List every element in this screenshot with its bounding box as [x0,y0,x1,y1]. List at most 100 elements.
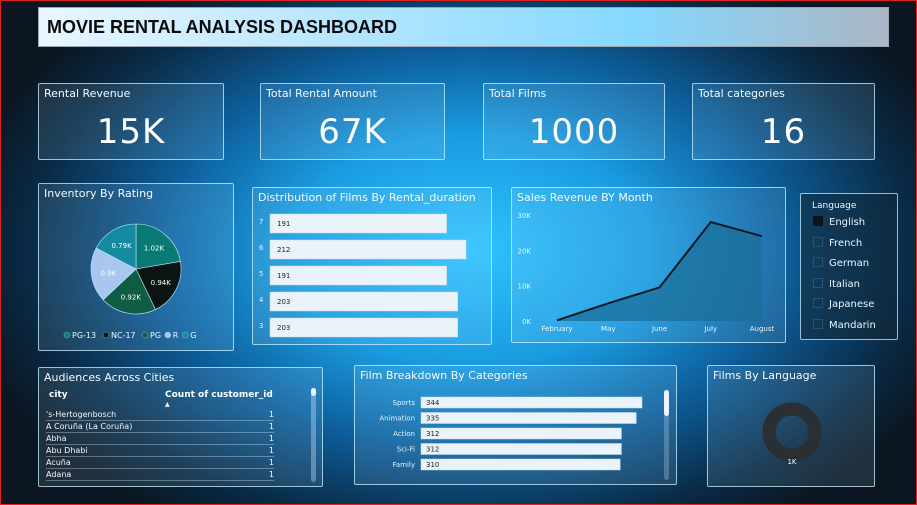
language-option-italian[interactable]: Italian [813,277,860,290]
pie-data-label: 0.94K [151,279,172,287]
count-cell: 1 [261,432,274,445]
inventory-by-rating-panel[interactable]: Inventory By Rating 1.02K 0.94K 0.92K 0.9K 0… [38,183,234,351]
pie-data-label: 0.9K [100,270,116,278]
legend-marker [181,331,189,339]
column-header-count[interactable]: Count of customer_id [165,390,273,400]
inventory-pie-chart[interactable]: 1.02K 0.94K 0.92K 0.9K 0.79K PG-13 NC-17 PG R G [39,184,233,350]
dashboard-title-bar: MOVIE RENTAL ANALYSIS DASHBOARD [38,7,889,47]
checkbox-empty-icon[interactable] [813,277,823,288]
bar-category-label: Action [393,430,415,438]
sales-revenue-panel[interactable]: Sales Revenue BY Month 0K 10K 20K 30K Februa… [511,187,786,343]
duration-bar[interactable] [269,213,447,234]
category-bar[interactable] [420,427,622,440]
x-tick-label: July [703,325,717,333]
film-categories-panel[interactable]: Film Breakdown By Categories Sports 344 An… [354,365,677,485]
x-tick-label: August [750,325,775,333]
legend-marker [141,331,149,339]
count-cell: 1 [261,409,274,421]
checkbox-empty-icon[interactable] [813,318,823,329]
bar-value-label: 312 [426,446,439,454]
bar-value-label: 191 [277,272,290,280]
duration-bar[interactable] [269,239,467,260]
language-option-mandarin[interactable]: Mandarin [813,318,876,331]
sales-revenue-area-chart[interactable]: 0K 10K 20K 30K February May June July August [512,188,785,342]
category-bar[interactable] [420,458,621,471]
bar-value-label: 191 [277,220,290,228]
duration-bar[interactable] [269,265,447,286]
y-tick-label: 10K [518,283,532,291]
bar-category-label: Sports [393,399,416,407]
table-scrollbar[interactable] [311,388,316,482]
bar-value-label: 344 [426,399,440,407]
language-option-german[interactable]: German [813,257,869,269]
city-cell: 's-Hertogenbosch [46,409,262,421]
language-option-japanese[interactable]: Japanese [813,298,874,310]
legend-marker [63,331,71,339]
table-row[interactable]: 's-Hertogenbosch 1 [46,409,274,421]
films-language-donut-chart[interactable]: 1K [708,366,874,486]
film-categories-bar-chart[interactable]: Sports 344Animation 335Action 312Sci-Fi 312F… [355,366,676,484]
kpi-label: Total categories [698,87,785,100]
bar-category-label: 3 [259,322,263,330]
column-header-city[interactable]: city [49,390,68,400]
category-bar[interactable] [420,412,637,424]
duration-bar[interactable] [269,317,458,338]
table-row[interactable]: Abu Dhabi 1 [46,444,274,457]
audiences-cities-panel[interactable]: Audiences Across Cities city Count of cu… [38,367,323,487]
y-tick-label: 30K [518,212,532,220]
y-tick-label: 0K [522,318,531,326]
kpi-total-films[interactable]: Total Films 1000 [483,83,665,160]
language-option-english[interactable]: English [813,216,865,228]
checkbox-empty-icon[interactable] [813,257,823,267]
x-tick-label: February [541,325,572,333]
category-bar[interactable] [420,396,643,409]
rental-duration-bar-chart[interactable]: 7 191 6 212 5 191 4 203 3 203 [253,188,491,344]
legend-label: G [190,331,196,340]
scrollbar-thumb[interactable] [664,390,669,416]
bar-value-label: 203 [277,324,290,332]
bar-value-label: 310 [426,461,439,469]
kpi-total-rental-amount[interactable]: Total Rental Amount 67K [260,83,445,160]
legend-marker [164,331,172,339]
city-cell: Abu Dhabi [46,444,262,457]
language-option-label: French [829,237,863,249]
language-slicer[interactable]: Language English French German Italian Japan… [800,193,898,340]
bar-value-label: 212 [277,246,290,254]
dashboard-title: MOVIE RENTAL ANALYSIS DASHBOARD [47,17,398,37]
scrollbar-thumb[interactable] [311,388,316,396]
table-row[interactable]: Adana 1 [46,468,274,481]
kpi-label: Rental Revenue [44,87,131,100]
table-row[interactable]: A Coruña (La Coruña) 1 [46,420,274,433]
donut-segment-english[interactable] [762,402,822,462]
city-cell: Abha [46,432,262,445]
count-cell: 1 [261,468,274,481]
chart-scrollbar[interactable] [664,390,669,480]
sort-arrow-icon[interactable]: ▲ [165,401,170,408]
pie-data-label: 0.92K [121,293,142,301]
bar-value-label: 203 [277,298,290,306]
bar-category-label: Animation [379,415,415,423]
city-cell: Adana [46,468,262,481]
kpi-total-categories[interactable]: Total categories 16 [692,83,875,160]
language-option-french[interactable]: French [813,236,863,249]
legend-label: NC-17 [111,331,136,340]
x-tick-label: June [651,325,667,333]
table-row[interactable]: Acuña 1 [46,456,274,469]
checkbox-empty-icon[interactable] [813,236,823,247]
table-row[interactable]: Abha 1 [46,432,274,445]
category-bar[interactable] [420,443,622,455]
kpi-rental-revenue[interactable]: Rental Revenue 15K [38,83,224,160]
pie-data-label: 0.79K [111,242,132,250]
kpi-value: 67K [318,112,387,152]
panel-title: Audiences Across Cities [44,371,175,384]
rental-duration-panel[interactable]: Distribution of Films By Rental_duration… [252,187,492,345]
legend-label: R [173,331,179,340]
checkbox-empty-icon[interactable] [813,298,823,308]
duration-bar[interactable] [269,291,458,312]
checkbox-checked-icon[interactable] [813,216,823,226]
count-cell: 1 [261,456,274,469]
bar-category-label: Sci-Fi [397,446,415,454]
films-by-language-panel[interactable]: Films By Language 1K [707,365,875,487]
bar-category-label: 5 [259,270,263,278]
legend-label: PG [150,331,161,340]
